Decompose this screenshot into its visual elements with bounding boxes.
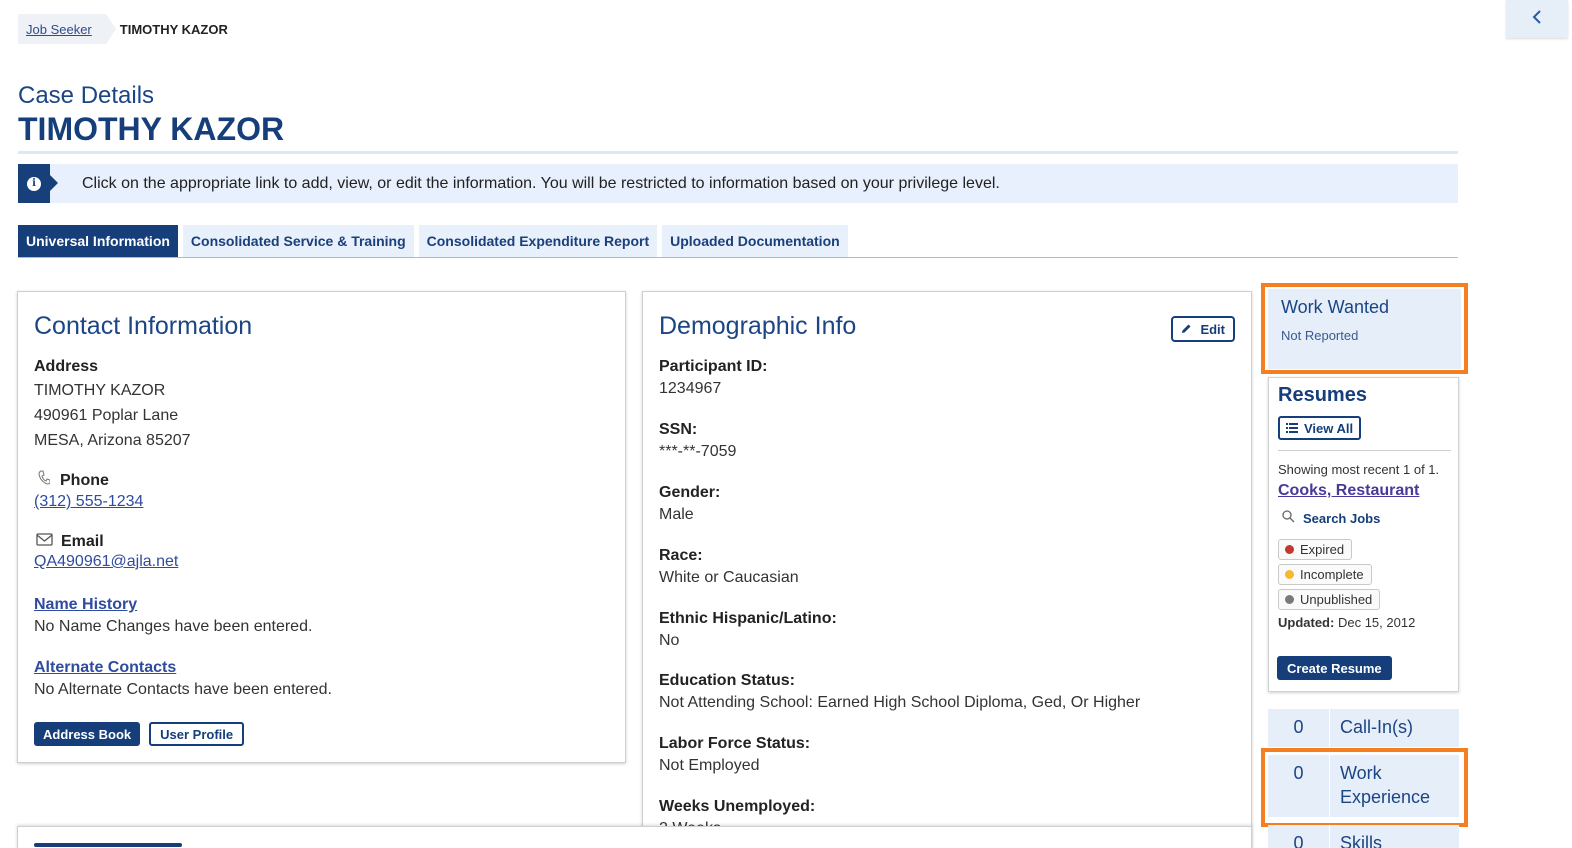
address-book-button[interactable]: Address Book (34, 722, 141, 746)
breadcrumb: Job Seeker TIMOTHY KAZOR (18, 14, 228, 44)
race-label: Race: (659, 547, 703, 564)
tab-bar: Universal Information Consolidated Servi… (18, 225, 1458, 258)
address-line-city: MESA, Arizona 85207 (34, 432, 191, 449)
ethnicity-label: Ethnic Hispanic/Latino: (659, 610, 837, 627)
unpublished-dot (1285, 595, 1294, 604)
view-all-button[interactable]: View All (1278, 416, 1362, 440)
breadcrumb-current: TIMOTHY KAZOR (119, 21, 228, 37)
alternate-contacts-text: No Alternate Contacts have been entered. (34, 681, 332, 698)
weeks-unemployed-label: Weeks Unemployed: (659, 798, 816, 815)
contact-card-title: Contact Information (34, 312, 253, 340)
skills-count: 0 (1268, 825, 1330, 848)
updated-date: Dec 15, 2012 (1337, 615, 1416, 630)
search-jobs-link[interactable]: Search Jobs (1282, 510, 1380, 526)
status-badge-incomplete: Incomplete (1278, 564, 1372, 585)
breadcrumb-job-seeker-link[interactable]: Job Seeker (18, 14, 116, 44)
stat-skills[interactable]: 0 Skills (1268, 825, 1459, 848)
email-link[interactable]: QA490961@ajla.net (34, 553, 178, 571)
status-badge-unpublished: Unpublished (1278, 589, 1381, 610)
unpublished-label: Unpublished (1300, 592, 1373, 607)
race-value: White or Caucasian (659, 569, 799, 586)
labor-force-status-value: Not Employed (659, 757, 760, 774)
create-resume-button[interactable]: Create Resume (1277, 656, 1392, 680)
contact-information-card: Contact Information Address TIMOTHY KAZO… (17, 291, 626, 763)
user-profile-button[interactable]: User Profile (149, 722, 245, 746)
edit-button-label: Edit (1200, 321, 1225, 337)
edit-button[interactable]: Edit (1171, 316, 1235, 342)
resumes-title: Resumes (1278, 384, 1367, 406)
incomplete-dot (1285, 570, 1294, 579)
skills-label: Skills (1340, 833, 1383, 848)
name-history-link[interactable]: Name History (34, 596, 312, 614)
info-banner-text: Click on the appropriate link to add, vi… (82, 174, 1000, 192)
search-icon (1282, 510, 1295, 526)
address-line-name: TIMOTHY KAZOR (34, 382, 166, 399)
call-ins-count: 0 (1268, 709, 1330, 747)
incomplete-label: Incomplete (1300, 567, 1364, 582)
page-title: TIMOTHY KAZOR (18, 111, 285, 147)
next-card (17, 826, 1252, 848)
sidebar-toggle-button[interactable] (1506, 0, 1568, 38)
status-badge-expired: Expired (1278, 539, 1353, 560)
phone-icon (38, 470, 51, 491)
tab-universal-information[interactable]: Universal Information (18, 225, 178, 257)
ethnicity-value: No (659, 632, 680, 649)
participant-id-value: 1234967 (659, 380, 722, 397)
info-icon: i (18, 164, 58, 203)
view-all-label: View All (1304, 420, 1354, 436)
work-wanted-highlight (1261, 283, 1468, 374)
education-status-label: Education Status: (659, 672, 796, 689)
resumes-showing-text: Showing most recent 1 of 1. (1278, 462, 1440, 477)
demographic-card-title: Demographic Info (659, 312, 857, 340)
resume-updated: Updated: Dec 15, 2012 (1278, 615, 1415, 630)
list-icon (1286, 421, 1298, 436)
updated-label: Updated: (1278, 615, 1335, 630)
address-line-street: 490961 Poplar Lane (34, 407, 179, 424)
call-ins-label: Call-In(s) (1340, 717, 1414, 737)
name-history-text: No Name Changes have been entered. (34, 618, 313, 635)
gender-value: Male (659, 506, 694, 523)
gender-label: Gender: (659, 484, 721, 501)
email-label: Email (61, 533, 104, 550)
alternate-contacts-link[interactable]: Alternate Contacts (34, 659, 332, 677)
pencil-icon (1181, 322, 1192, 337)
resumes-divider (1278, 450, 1451, 451)
stat-call-ins[interactable]: 0 Call-In(s) (1268, 709, 1459, 747)
education-status-value: Not Attending School: Earned High School… (659, 694, 1141, 711)
next-card-header-bar (34, 843, 182, 847)
envelope-icon (36, 533, 53, 551)
resumes-panel: Resumes View All Showing most recent 1 o… (1268, 377, 1459, 692)
phone-label: Phone (60, 471, 109, 489)
chevron-left-icon (1531, 8, 1543, 31)
search-jobs-label: Search Jobs (1303, 510, 1381, 526)
tab-uploaded-documentation[interactable]: Uploaded Documentation (662, 225, 848, 257)
tab-consolidated-expenditure-report[interactable]: Consolidated Expenditure Report (418, 225, 658, 257)
ssn-label: SSN: (659, 421, 698, 438)
tab-consolidated-service-training[interactable]: Consolidated Service & Training (182, 225, 414, 257)
title-divider (18, 151, 1458, 154)
labor-force-status-label: Labor Force Status: (659, 735, 811, 752)
demographic-info-card: Demographic Info Edit Participant ID: 12… (642, 291, 1252, 848)
info-banner: i Click on the appropriate link to add, … (18, 164, 1458, 203)
expired-label: Expired (1300, 542, 1345, 557)
participant-id-label: Participant ID: (659, 358, 768, 375)
expired-dot (1285, 545, 1294, 554)
ssn-value: ***-**-7059 (659, 443, 737, 460)
phone-link[interactable]: (312) 555-1234 (34, 493, 143, 511)
page-subtitle: Case Details (18, 82, 155, 109)
resume-link[interactable]: Cooks, Restaurant (1278, 482, 1419, 500)
work-experience-highlight (1261, 748, 1468, 827)
address-label: Address (34, 358, 99, 375)
